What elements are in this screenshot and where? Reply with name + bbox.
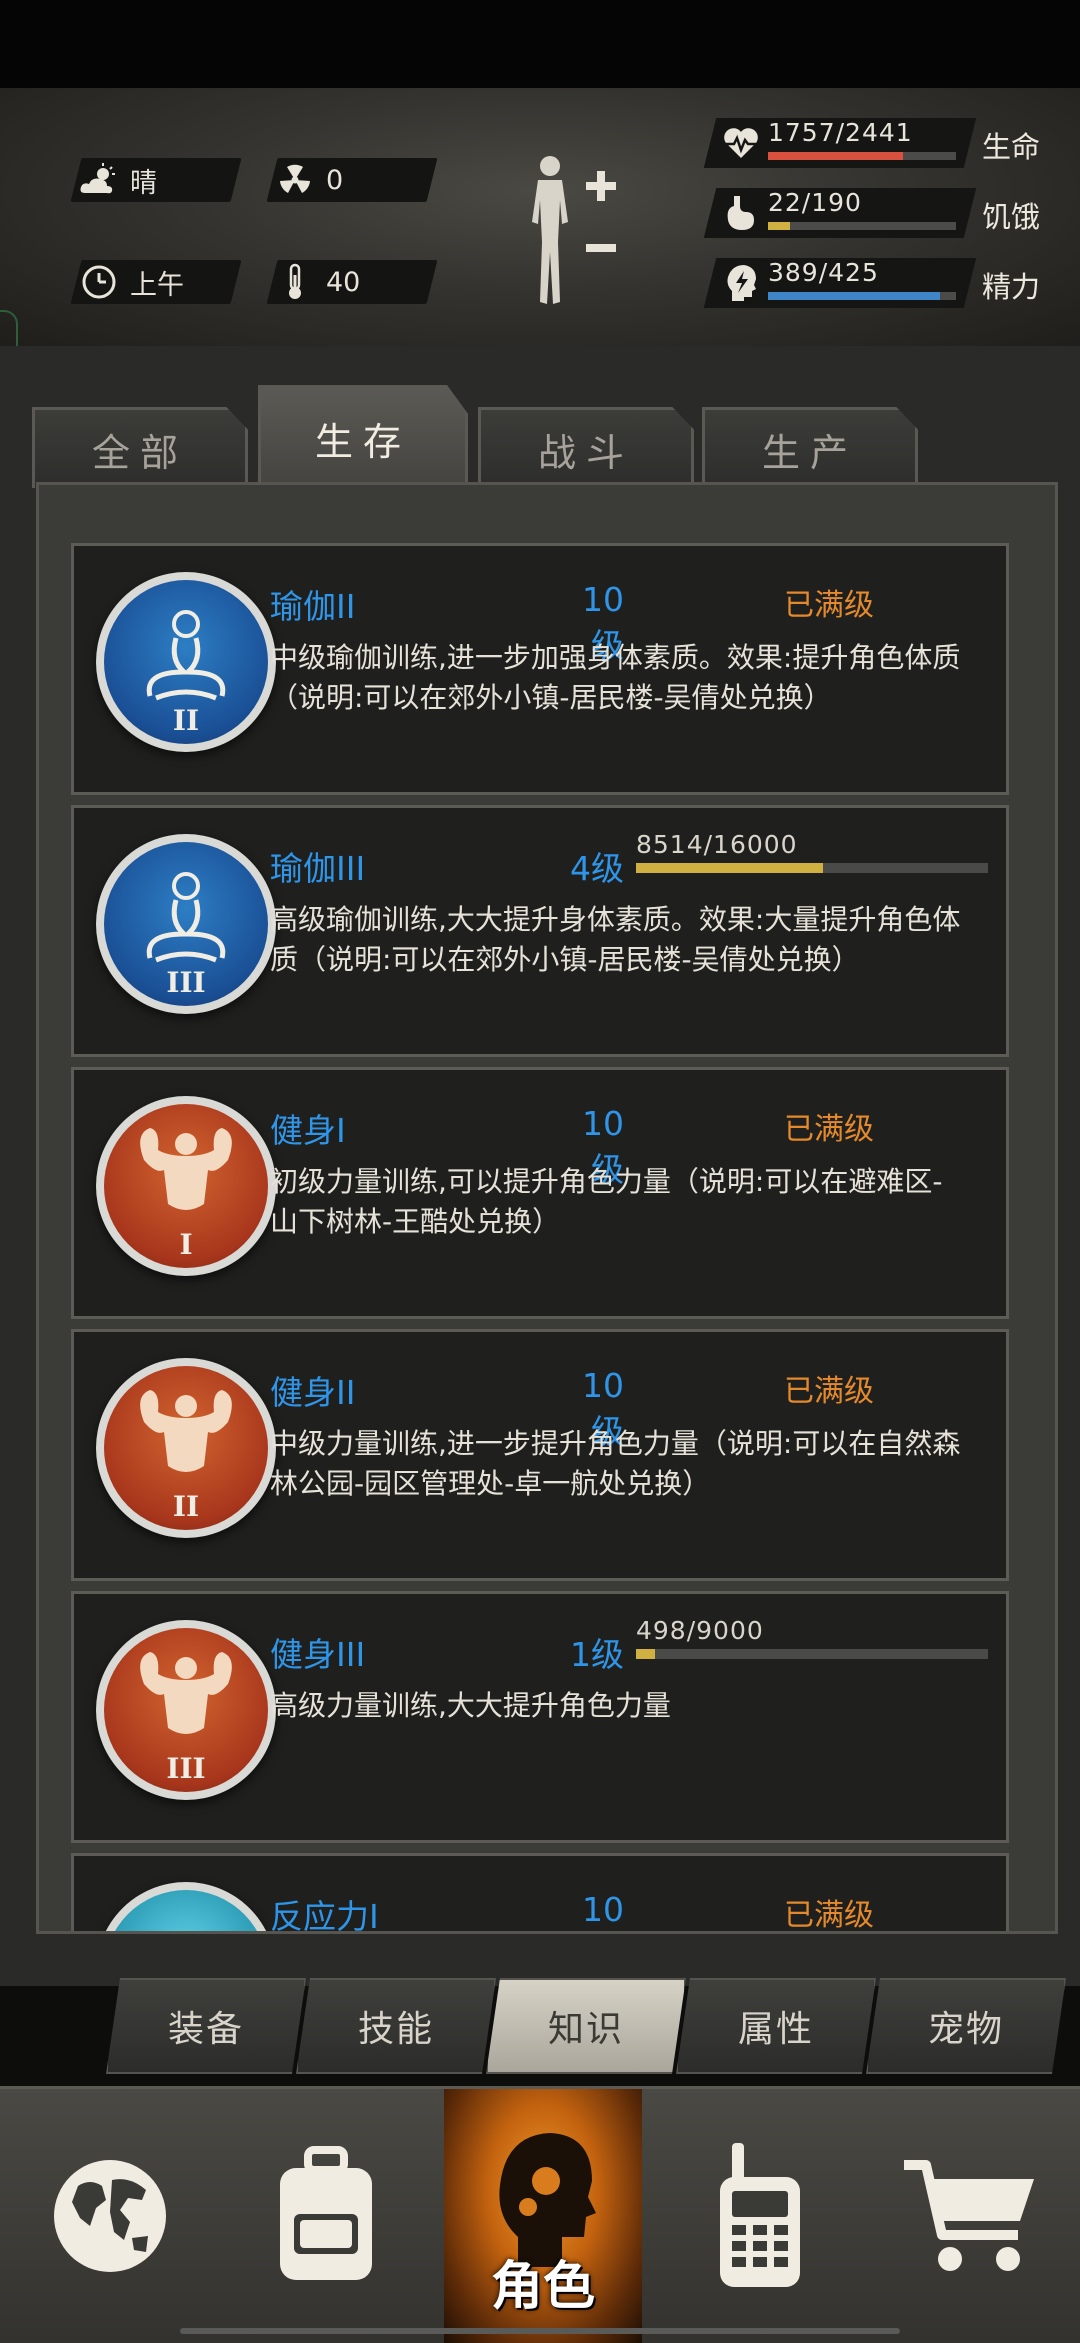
muscle-icon: I xyxy=(96,1096,276,1276)
backpack-icon xyxy=(280,2146,372,2280)
skill-description: 高级瑜伽训练,大大提升身体素质。效果:大量提升角色体质（说明:可以在郊外小镇-居… xyxy=(270,903,961,976)
hunger-bar xyxy=(768,222,956,230)
temperature-value: 40 xyxy=(326,266,361,298)
skill-maxed-status: 已满级 xyxy=(784,1374,874,1409)
skill-progress-value: 8514/16000 xyxy=(636,830,798,859)
nav-radio-button[interactable] xyxy=(660,2089,860,2343)
skill-name: 健身I xyxy=(270,1111,346,1150)
nav-character-button[interactable]: 角色 xyxy=(444,2089,642,2343)
subtab-pets[interactable]: 宠物 xyxy=(866,1978,1066,2074)
skill-name: 健身II xyxy=(270,1373,356,1412)
svg-text:I: I xyxy=(179,1228,192,1261)
tab-combat[interactable]: 战斗 xyxy=(478,407,694,488)
skill-card[interactable]: III 健身III 1级 498/9000 高级力量训练,大大提升角色力量 xyxy=(71,1591,1009,1843)
tab-production[interactable]: 生产 xyxy=(702,407,918,488)
skill-level: 1级 xyxy=(570,1635,624,1674)
body-status-button[interactable] xyxy=(520,152,620,316)
weather-indicator: 晴 xyxy=(70,158,242,202)
hud-panel: 晴 0 上午 40 1757/2441 生命 22/190 饥饿 389/425… xyxy=(0,88,1080,349)
skill-description: 中级力量训练,进一步提升角色力量（说明:可以在自然森林公园-园区管理处-卓一航处… xyxy=(270,1427,961,1500)
skill-name: 健身III xyxy=(270,1635,366,1674)
skill-level: 10级 xyxy=(582,1890,624,1929)
skill-description: 中级瑜伽训练,进一步加强身体素质。效果:提升角色体质（说明:可以在郊外小镇-居民… xyxy=(270,641,961,714)
subtab-attributes[interactable]: 属性 xyxy=(676,1978,876,2074)
reflex-icon xyxy=(96,1882,276,1931)
muscle-icon: II xyxy=(96,1358,276,1538)
home-indicator[interactable] xyxy=(180,2328,900,2334)
subtab-knowledge[interactable]: 知识 xyxy=(486,1978,686,2074)
svg-text:III: III xyxy=(166,1752,205,1785)
nav-shop-button[interactable] xyxy=(870,2089,1070,2343)
shopping-cart-icon xyxy=(904,2160,1034,2271)
health-value: 1757/2441 xyxy=(768,118,913,147)
skill-card[interactable]: I 健身I 10级 已满级 初级力量训练,可以提升角色力量（说明:可以在避难区-… xyxy=(71,1067,1009,1319)
time-indicator: 上午 xyxy=(70,260,242,304)
globe-icon xyxy=(54,2160,166,2272)
energy-head-icon xyxy=(718,258,764,308)
temperature-indicator: 40 xyxy=(266,260,438,304)
yoga-icon: III xyxy=(96,834,276,1014)
subtab-skills[interactable]: 技能 xyxy=(296,1978,496,2074)
energy-bar xyxy=(768,292,956,300)
skill-progress: 498/9000 xyxy=(636,1616,988,1659)
skill-progress: 8514/16000 xyxy=(636,830,988,873)
nav-backpack-button[interactable] xyxy=(226,2089,426,2343)
time-value: 上午 xyxy=(130,269,184,301)
svg-text:II: II xyxy=(173,704,199,737)
health-bar xyxy=(768,152,956,160)
skill-progress-value: 498/9000 xyxy=(636,1616,764,1645)
hunger-value: 22/190 xyxy=(768,188,862,217)
subtab-equipment[interactable]: 装备 xyxy=(106,1978,306,2074)
energy-stat: 389/425 精力 xyxy=(703,258,1040,308)
svg-text:III: III xyxy=(166,966,205,999)
thermometer-icon xyxy=(272,260,318,304)
radiation-icon xyxy=(272,158,318,202)
heart-pulse-icon xyxy=(718,118,764,168)
skill-description: 初级力量训练,可以提升角色力量（说明:可以在避难区-山下树林-王酷处兑换） xyxy=(270,1165,943,1238)
muscle-icon: III xyxy=(96,1620,276,1800)
stomach-icon xyxy=(718,188,764,238)
skill-maxed-status: 已满级 xyxy=(784,588,874,623)
skill-card[interactable]: II 瑜伽II 10级 已满级 中级瑜伽训练,进一步加强身体素质。效果:提升角色… xyxy=(71,543,1009,795)
skill-maxed-status: 已满级 xyxy=(784,1898,874,1933)
energy-label: 精力 xyxy=(981,270,1040,304)
clock-icon xyxy=(76,260,122,304)
status-bar xyxy=(0,0,1080,88)
weather-value: 晴 xyxy=(130,167,157,199)
hunger-stat: 22/190 饥饿 xyxy=(703,188,1040,238)
nav-map-button[interactable] xyxy=(10,2089,210,2343)
skill-name: 瑜伽III xyxy=(270,849,366,888)
skill-card[interactable]: III 瑜伽III 4级 8514/16000 高级瑜伽训练,大大提升身体素质。… xyxy=(71,805,1009,1057)
health-label: 生命 xyxy=(981,130,1040,164)
skill-description: 高级力量训练,大大提升角色力量 xyxy=(270,1689,671,1722)
radiation-value: 0 xyxy=(326,164,344,196)
skill-card[interactable]: II 健身II 10级 已满级 中级力量训练,进一步提升角色力量（说明:可以在自… xyxy=(71,1329,1009,1581)
hunger-label: 饥饿 xyxy=(981,200,1040,234)
character-subnav: 装备 技能 知识 属性 宠物 xyxy=(106,1978,1066,2074)
yoga-icon: II xyxy=(96,572,276,752)
health-stat: 1757/2441 生命 xyxy=(703,118,1040,168)
skill-progress-bar xyxy=(636,1649,988,1659)
bottom-navigation: 角色 xyxy=(0,2086,1080,2343)
radiation-indicator: 0 xyxy=(266,158,438,202)
skill-name: 瑜伽II xyxy=(270,587,356,626)
skill-level: 4级 xyxy=(570,849,624,888)
energy-value: 389/425 xyxy=(768,258,879,287)
tab-all[interactable]: 全部 xyxy=(32,407,248,488)
human-body-icon xyxy=(532,156,616,304)
skill-maxed-status: 已满级 xyxy=(784,1112,874,1147)
skill-progress-bar xyxy=(636,863,988,873)
partly-sunny-icon xyxy=(76,158,122,202)
nav-character-label: 角色 xyxy=(490,2257,595,2317)
skill-card[interactable]: 反应力I 10级 已满级 xyxy=(71,1853,1009,1934)
skill-list[interactable]: II 瑜伽II 10级 已满级 中级瑜伽训练,进一步加强身体素质。效果:提升角色… xyxy=(36,482,1058,1934)
walkie-talkie-icon xyxy=(720,2143,800,2287)
tab-survival[interactable]: 生存 xyxy=(258,385,468,488)
svg-text:II: II xyxy=(173,1490,199,1523)
skill-name: 反应力I xyxy=(270,1897,379,1934)
